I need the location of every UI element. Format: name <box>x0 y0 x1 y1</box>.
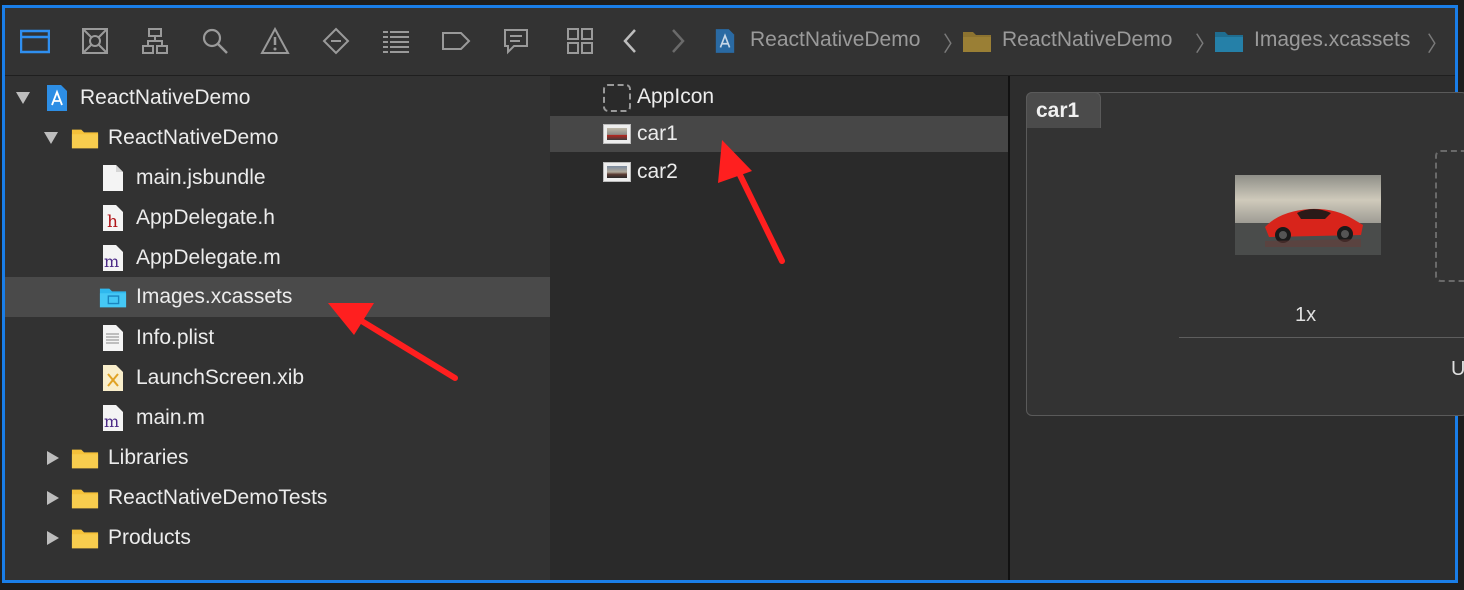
warning-icon[interactable] <box>260 26 290 56</box>
asset-label: AppIcon <box>637 85 715 108</box>
tree-label: main.jsbundle <box>136 166 266 189</box>
tree-label: ReactNativeDemo <box>80 86 251 109</box>
asset-row-car1[interactable]: car1 <box>550 116 1008 152</box>
asset-row-car2[interactable]: car2 <box>550 154 1008 190</box>
header-file-icon: h <box>99 204 127 232</box>
project-icon <box>43 84 71 112</box>
tree-row-file[interactable]: Info.plist <box>5 318 550 358</box>
breakpoint-icon[interactable] <box>441 26 471 56</box>
tree-label: ReactNativeDemo <box>108 126 279 149</box>
report-icon[interactable] <box>501 26 531 56</box>
asset-list: AppIcon car1 car2 <box>550 76 1010 580</box>
asset-detail: car1 1x U <box>1010 76 1464 580</box>
objc-file-icon: m <box>99 404 127 432</box>
folder-icon <box>71 524 99 552</box>
asset-catalog-icon <box>1214 26 1244 56</box>
scale-label: 1x <box>1295 304 1317 326</box>
image-thumb-icon <box>603 124 631 144</box>
breadcrumb-separator-icon: 〉 <box>1427 33 1448 56</box>
project-icon <box>710 26 740 56</box>
tree-label: Libraries <box>108 446 189 469</box>
breadcrumb-item[interactable]: ReactNativeDemo <box>750 28 920 52</box>
search-icon[interactable] <box>200 26 230 56</box>
image-set-tab[interactable]: car1 <box>1026 92 1101 128</box>
back-icon[interactable] <box>615 26 645 56</box>
project-navigator: ReactNativeDemo ReactNativeDemo main.jsb… <box>5 8 552 580</box>
image-set-box: car1 1x U <box>1026 92 1464 416</box>
folder-icon <box>71 124 99 152</box>
tree-row-file-selected[interactable]: Images.xcassets <box>5 277 550 317</box>
tree-row-group[interactable]: Libraries <box>5 438 550 478</box>
debug-icon[interactable] <box>381 26 411 56</box>
tree-row-project[interactable]: ReactNativeDemo <box>5 78 550 118</box>
folder-icon <box>962 26 992 56</box>
slot-divider <box>1179 337 1464 338</box>
folder-icon <box>71 484 99 512</box>
tree-label: Products <box>108 526 191 549</box>
tree-label: Info.plist <box>136 326 215 349</box>
tree-row-file[interactable]: m main.m <box>5 398 550 438</box>
tree-row-file[interactable]: LaunchScreen.xib <box>5 358 550 398</box>
tree-label: ReactNativeDemoTests <box>108 486 328 509</box>
tree-label: main.m <box>136 406 205 429</box>
disclosure-expanded-icon[interactable] <box>13 88 33 108</box>
forward-icon[interactable] <box>663 26 693 56</box>
image-thumb-icon <box>603 162 631 182</box>
related-items-icon[interactable] <box>565 26 595 56</box>
plist-icon <box>99 324 127 352</box>
tree-label: Images.xcassets <box>136 285 293 308</box>
tree-row-group[interactable]: Products <box>5 518 550 558</box>
partial-label: U <box>1451 358 1464 380</box>
empty-image-slot[interactable] <box>1435 150 1464 282</box>
tree-row-file[interactable]: m AppDelegate.m <box>5 238 550 278</box>
breadcrumb-separator-icon: 〉 <box>943 33 964 56</box>
disclosure-collapsed-icon[interactable] <box>43 528 63 548</box>
disclosure-collapsed-icon[interactable] <box>43 488 63 508</box>
objc-file-icon: m <box>99 244 127 272</box>
folder-icon[interactable] <box>20 26 50 56</box>
xib-icon <box>99 364 127 392</box>
appicon-placeholder-icon <box>603 84 631 112</box>
jump-bar: ReactNativeDemo 〉 ReactNativeDemo 〉 Imag… <box>550 8 1455 76</box>
image-set-name: car1 <box>1036 99 1080 122</box>
source-control-icon[interactable] <box>80 26 110 56</box>
tree-row-group[interactable]: ReactNativeDemo <box>5 118 550 158</box>
asset-label: car1 <box>637 122 678 145</box>
tree-label: LaunchScreen.xib <box>136 366 305 389</box>
xcode-window: ReactNativeDemo ReactNativeDemo main.jsb… <box>2 5 1464 583</box>
tree-label: AppDelegate.m <box>136 246 281 269</box>
svg-text:h: h <box>107 212 118 232</box>
svg-text:m: m <box>104 252 119 271</box>
asset-catalog-icon <box>99 283 127 311</box>
svg-text:m: m <box>104 412 119 431</box>
breadcrumb-item[interactable]: ReactNativeDemo <box>1002 28 1172 52</box>
asset-row-appicon[interactable]: AppIcon <box>550 79 1008 115</box>
tree-label: AppDelegate.h <box>136 206 275 229</box>
breadcrumb-separator-icon: 〉 <box>1195 33 1216 56</box>
car-image-1x[interactable] <box>1235 175 1381 255</box>
tree-row-file[interactable]: h AppDelegate.h <box>5 198 550 238</box>
file-icon <box>99 164 127 192</box>
disclosure-expanded-icon[interactable] <box>41 128 61 148</box>
asset-label: car2 <box>637 160 678 183</box>
hierarchy-icon[interactable] <box>140 26 170 56</box>
breadcrumb-item[interactable]: Images.xcassets <box>1254 28 1410 52</box>
tree-row-group[interactable]: ReactNativeDemoTests <box>5 478 550 518</box>
navigator-toolbar <box>5 8 550 76</box>
tree-row-file[interactable]: main.jsbundle <box>5 158 550 198</box>
folder-icon <box>71 444 99 472</box>
test-icon[interactable] <box>321 26 351 56</box>
disclosure-collapsed-icon[interactable] <box>43 448 63 468</box>
